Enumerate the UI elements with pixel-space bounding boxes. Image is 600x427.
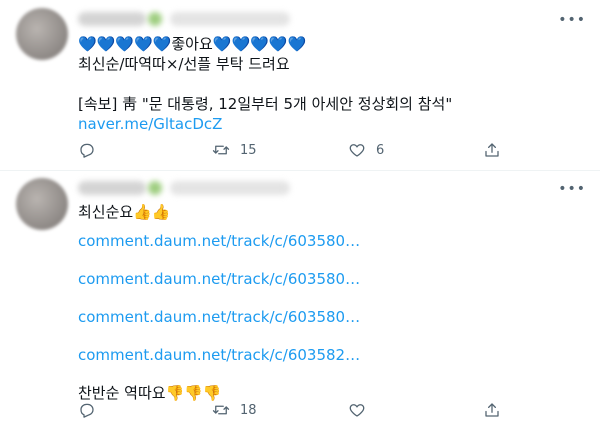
tweet[interactable]: ••• 최신순요👍👍 comment.daum.net/track/c/6035…	[0, 171, 600, 427]
tweet-text: 최신순요👍👍 comment.daum.net/track/c/603580… …	[78, 202, 580, 403]
like-button[interactable]	[348, 400, 376, 420]
tweet-link[interactable]: comment.daum.net/track/c/603580…	[78, 307, 580, 327]
retweet-icon	[212, 405, 230, 415]
reply-icon	[80, 143, 94, 158]
retweet-count: 18	[240, 402, 257, 418]
retweet-button[interactable]: 18	[212, 400, 257, 420]
tweet[interactable]: ••• 💙💙💙💙💙좋아요💙💙💙💙💙 최신순/따역따×/선플 부탁 드려요 [속보…	[0, 0, 600, 170]
heart-icon	[349, 144, 365, 157]
blurred-display-name	[78, 12, 146, 26]
tweet-link[interactable]: comment.daum.net/track/c/603580…	[78, 269, 580, 289]
reply-icon	[80, 403, 94, 418]
heart-icon	[349, 404, 365, 417]
more-options-icon[interactable]: •••	[558, 13, 586, 27]
tweet-actions: 15 6	[78, 140, 502, 160]
blurred-display-name	[78, 181, 146, 195]
tweet-link[interactable]: naver.me/GltacDcZ	[78, 114, 580, 134]
tweet-actions: 18	[78, 400, 502, 420]
share-button[interactable]	[483, 400, 501, 420]
tweet-text-line: 💙💙💙💙💙좋아요💙💙💙💙💙	[78, 35, 307, 53]
reply-button[interactable]	[78, 400, 106, 420]
tweet-link[interactable]: comment.daum.net/track/c/603580…	[78, 231, 580, 251]
like-count: 6	[376, 142, 385, 158]
avatar[interactable]	[16, 8, 68, 60]
tweet-text-line: [속보] 靑 "문 대통령, 12일부터 5개 아세안 정상회의 참석"	[78, 95, 453, 113]
tweet-text-line: 최신순요👍👍	[78, 203, 171, 221]
tweet-text: 💙💙💙💙💙좋아요💙💙💙💙💙 최신순/따역따×/선플 부탁 드려요 [속보] 靑 …	[78, 34, 580, 134]
retweet-button[interactable]: 15	[212, 140, 257, 160]
blurred-handle	[170, 12, 290, 26]
share-button[interactable]	[483, 140, 501, 160]
blurred-handle	[170, 181, 290, 195]
like-button[interactable]: 6	[348, 140, 384, 160]
retweet-count: 15	[240, 142, 257, 158]
share-icon	[485, 403, 499, 417]
blurred-emoji	[148, 12, 162, 26]
more-options-icon[interactable]: •••	[558, 182, 586, 196]
tweet-text-line: 최신순/따역따×/선플 부탁 드려요	[78, 55, 290, 73]
tweet-link[interactable]: comment.daum.net/track/c/603582…	[78, 345, 580, 365]
blurred-emoji	[148, 181, 162, 195]
share-icon	[485, 143, 499, 157]
avatar[interactable]	[16, 178, 68, 230]
retweet-icon	[212, 145, 230, 155]
reply-button[interactable]	[78, 140, 106, 160]
